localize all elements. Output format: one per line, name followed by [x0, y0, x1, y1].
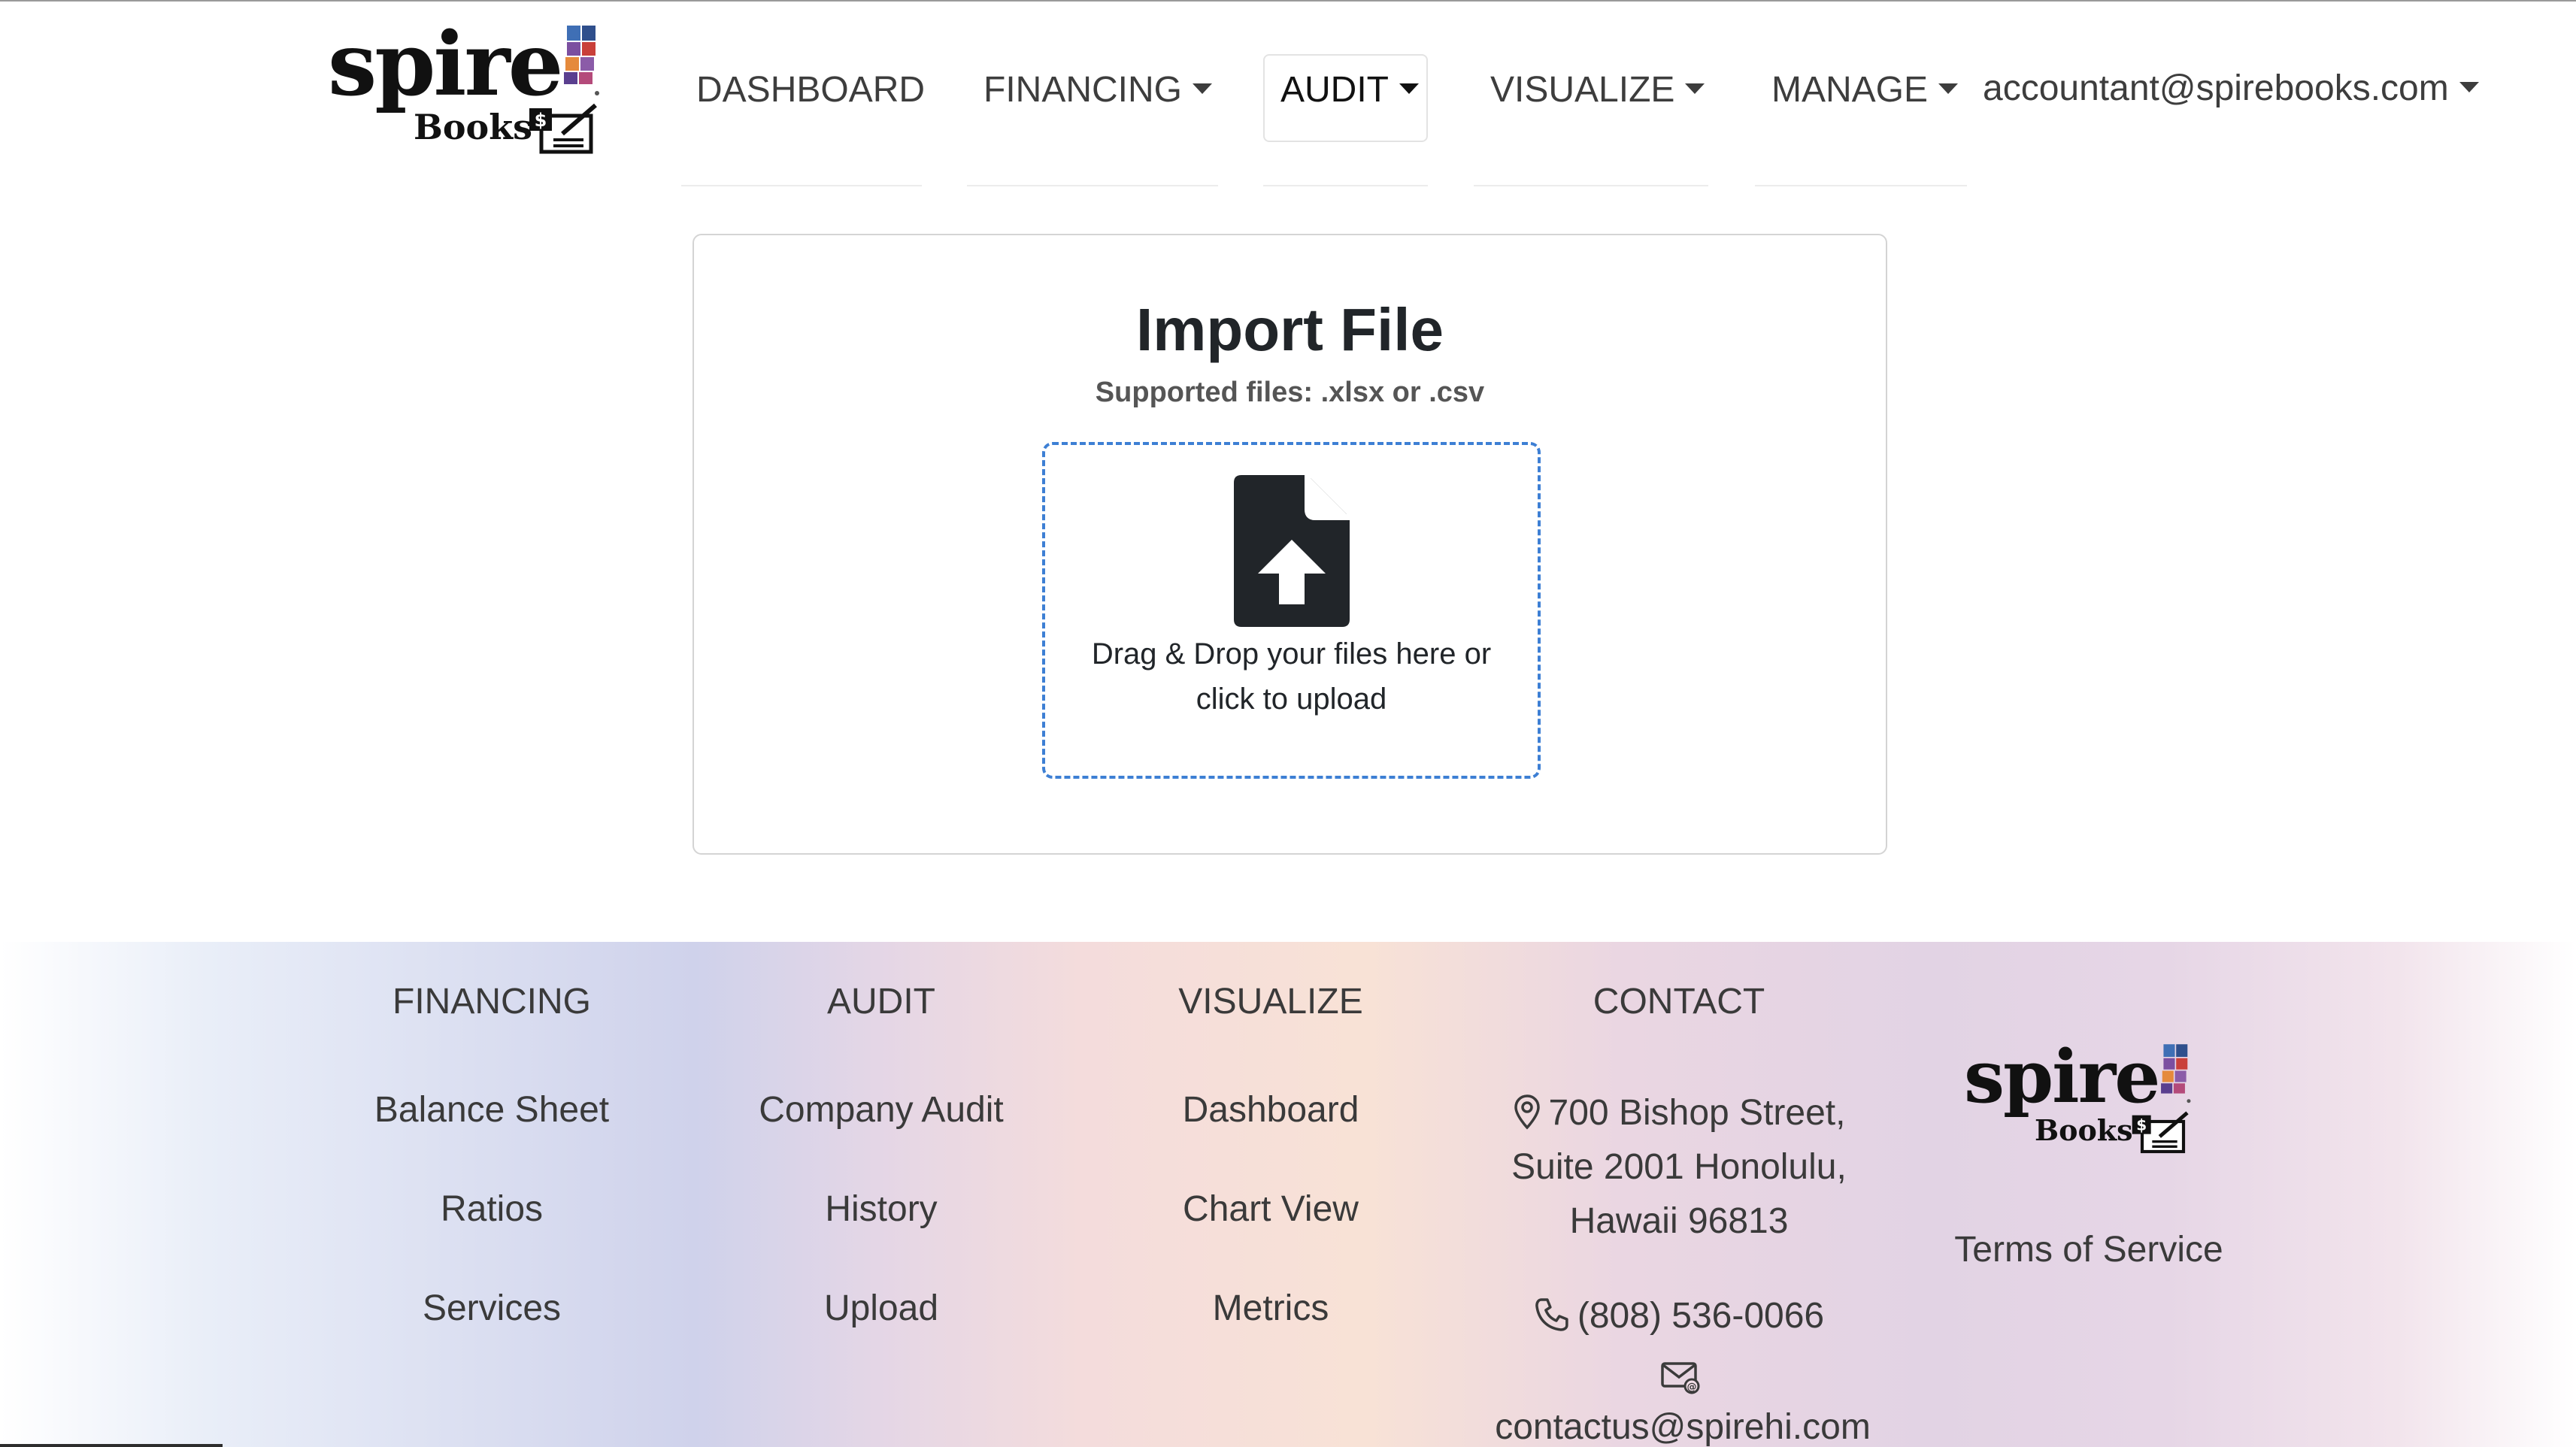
- dropzone-text-line2: click to upload: [1196, 683, 1387, 716]
- contact-email[interactable]: contactus@spirehi.com: [1495, 1409, 1871, 1445]
- svg-text:$: $: [535, 110, 547, 131]
- footer-heading-visualize: VISUALIZE: [1178, 982, 1363, 1022]
- supported-files-note: Supported files: .xlsx or .csv: [1095, 377, 1485, 408]
- nav-divider: [967, 185, 1218, 186]
- nav-visualize-label: VISUALIZE: [1490, 70, 1675, 110]
- caret-down-icon: [2459, 82, 2479, 93]
- account-email: accountant@spirebooks.com: [1983, 68, 2449, 108]
- caret-down-icon: [1685, 83, 1705, 95]
- footer-heading-audit: AUDIT: [827, 982, 935, 1022]
- footer-link-company-audit[interactable]: Company Audit: [759, 1092, 1004, 1128]
- import-file-card: Import File Supported files: .xlsx or .c…: [692, 234, 1887, 855]
- nav-divider: [1474, 185, 1708, 186]
- nav-audit-dropdown[interactable]: AUDIT: [1280, 72, 1419, 108]
- nav-dashboard-label: DASHBOARD: [696, 70, 926, 110]
- caret-down-icon: [1193, 83, 1212, 95]
- spire-mark-icon: [2161, 1044, 2191, 1103]
- cheque-icon: $: [529, 103, 597, 154]
- nav-divider: [1755, 185, 1967, 186]
- footer-link-upload[interactable]: Upload: [824, 1291, 938, 1327]
- footer-heading-financing: FINANCING: [392, 982, 591, 1022]
- contact-phone[interactable]: (808) 536-0066: [1534, 1298, 1824, 1336]
- file-dropzone[interactable]: Drag & Drop your files here or click to …: [1042, 442, 1541, 779]
- nav-dashboard[interactable]: DASHBOARD: [696, 72, 925, 108]
- caret-down-icon: [1938, 83, 1959, 95]
- footer-heading-contact: CONTACT: [1593, 982, 1765, 1022]
- nav-manage-dropdown[interactable]: MANAGE: [1771, 70, 1959, 110]
- nav-financing-label: FINANCING: [983, 70, 1182, 110]
- caret-down-icon: [1399, 83, 1419, 95]
- dropzone-text-line1: Drag & Drop your files here or: [1091, 637, 1492, 671]
- bottom-edge-bar: [0, 1444, 223, 1447]
- cheque-icon: $: [2132, 1111, 2189, 1154]
- footer-link-metrics[interactable]: Metrics: [1213, 1291, 1329, 1327]
- nav-manage-label: MANAGE: [1771, 70, 1929, 110]
- nav-divider: [1263, 185, 1428, 186]
- address-line-2: Suite 2001 Honolulu,: [1511, 1147, 1847, 1187]
- brand-wordmark: spire: [1964, 1034, 2160, 1119]
- address-line-1-text: 700 Bishop Street,: [1548, 1093, 1846, 1133]
- file-upload-icon: [1234, 475, 1350, 627]
- brand-subtitle: Books: [2035, 1113, 2133, 1147]
- email-icon: @: [1661, 1362, 1700, 1394]
- dropzone-instructions: Drag & Drop your files here or click to …: [1045, 631, 1538, 722]
- spire-mark-icon: [564, 26, 599, 95]
- nav-audit-label: AUDIT: [1280, 70, 1389, 110]
- page-title: Import File: [1136, 296, 1444, 363]
- footer-brand-logo[interactable]: spire Books $: [1964, 1041, 2205, 1154]
- contact-address: 700 Bishop Street, Suite 2001 Honolulu, …: [1468, 1086, 1890, 1249]
- svg-text:$: $: [2136, 1116, 2147, 1134]
- brand-logo[interactable]: spire Books $: [328, 21, 614, 156]
- footer-link-services[interactable]: Services: [423, 1291, 561, 1327]
- nav-financing-dropdown[interactable]: FINANCING: [983, 72, 1212, 108]
- footer-link-dashboard[interactable]: Dashboard: [1183, 1092, 1359, 1128]
- address-line-3: Hawaii 96813: [1569, 1201, 1789, 1241]
- nav-divider: [681, 185, 922, 186]
- svg-text:@: @: [1687, 1382, 1697, 1393]
- footer-link-chart-view[interactable]: Chart View: [1183, 1191, 1359, 1228]
- contact-phone-text: (808) 536-0066: [1577, 1296, 1825, 1336]
- nav-visualize-dropdown[interactable]: VISUALIZE: [1490, 72, 1705, 108]
- footer-link-ratios[interactable]: Ratios: [441, 1191, 543, 1228]
- map-pin-icon: [1514, 1094, 1540, 1130]
- address-line-1: 700 Bishop Street,: [1468, 1086, 1890, 1140]
- phone-icon: [1535, 1298, 1568, 1332]
- footer: FINANCING Balance Sheet Ratios Services …: [0, 942, 2576, 1447]
- account-dropdown[interactable]: accountant@spirebooks.com: [1983, 71, 2479, 107]
- footer-link-terms-of-service[interactable]: Terms of Service: [1954, 1232, 2223, 1268]
- footer-link-balance-sheet[interactable]: Balance Sheet: [374, 1092, 609, 1128]
- brand-wordmark: spire: [328, 14, 563, 116]
- brand-subtitle: Books: [414, 107, 533, 147]
- footer-link-history[interactable]: History: [825, 1191, 937, 1228]
- window-top-border: [0, 0, 2576, 2]
